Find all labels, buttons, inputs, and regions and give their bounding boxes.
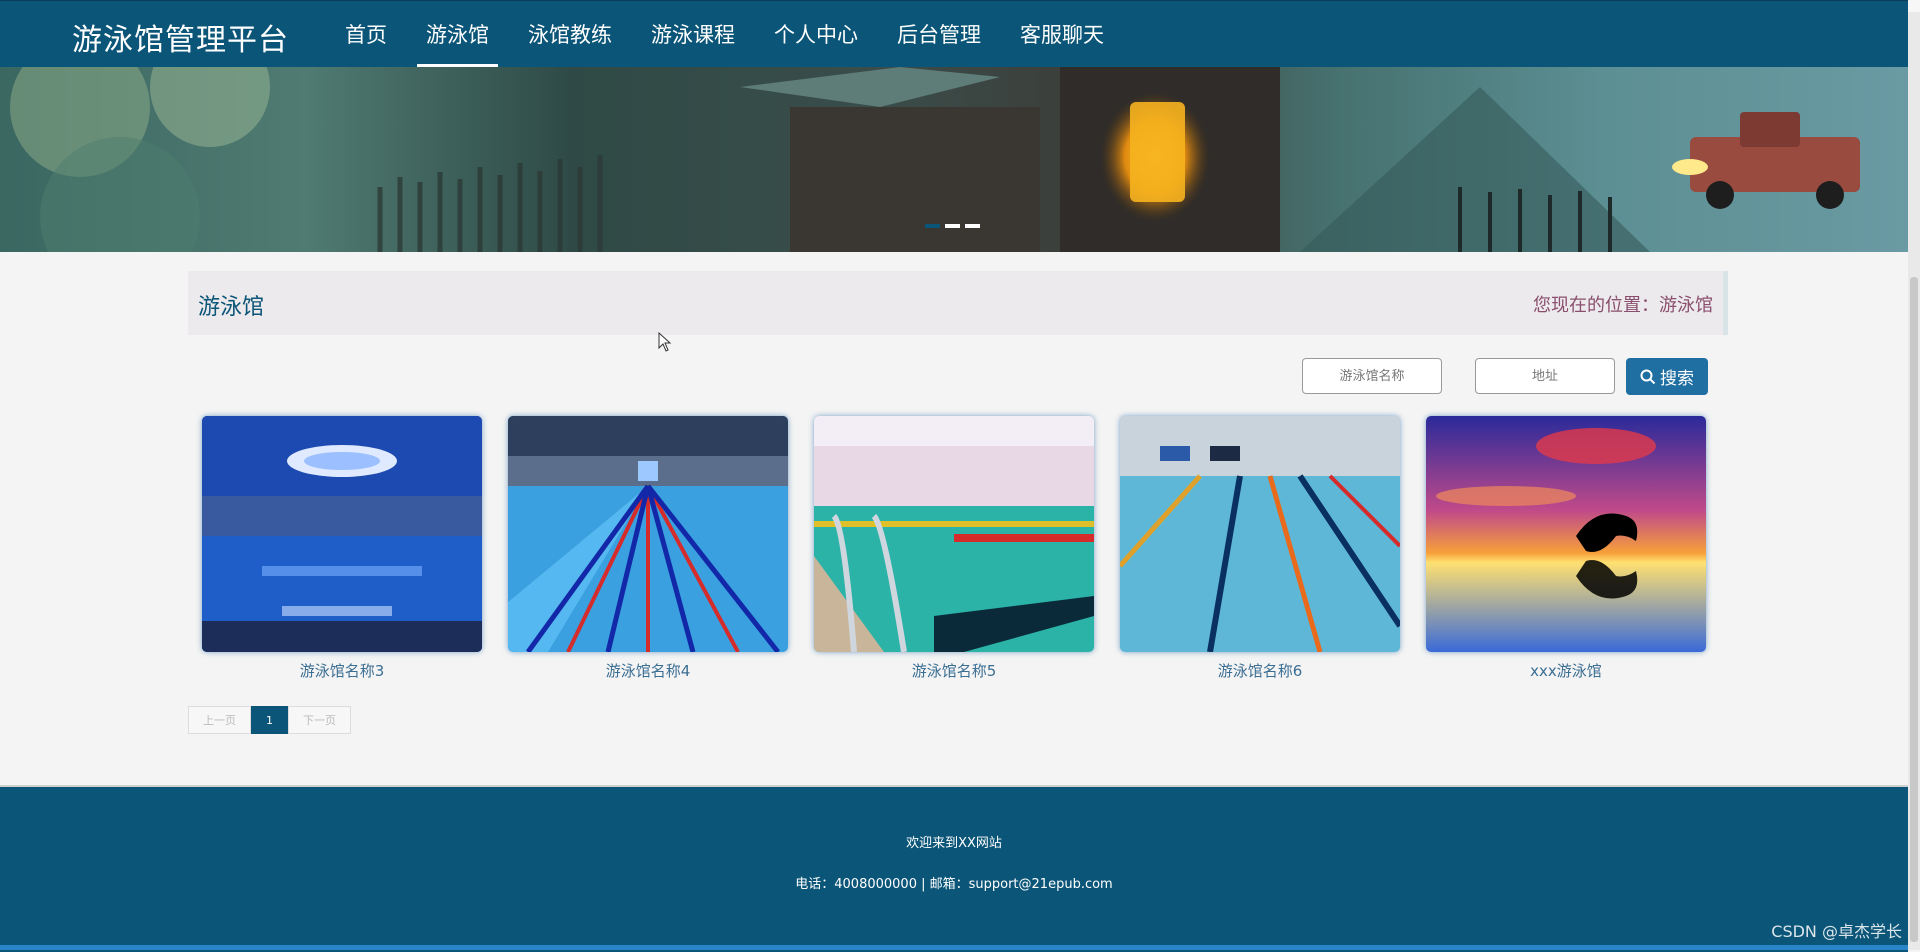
pool-name-input[interactable] xyxy=(1302,358,1442,394)
footer-welcome: 欢迎来到XX网站 xyxy=(906,836,1002,851)
pool-card[interactable]: xxx游泳馆 xyxy=(1426,416,1706,681)
pool-card-label[interactable]: 游泳馆名称5 xyxy=(814,660,1094,681)
pool-image[interactable] xyxy=(508,416,788,652)
scrollbar-up-arrow[interactable] xyxy=(1908,0,1920,12)
pool-card-label[interactable]: 游泳馆名称3 xyxy=(202,660,482,681)
pool-image[interactable] xyxy=(1120,416,1400,652)
pool-image[interactable] xyxy=(202,416,482,652)
pool-image[interactable] xyxy=(1426,416,1706,652)
watermark: CSDN @卓杰学长 xyxy=(1771,922,1902,941)
search-button-label: 搜索 xyxy=(1660,369,1694,389)
carousel-dot-2[interactable] xyxy=(945,224,960,228)
address-input[interactable] xyxy=(1475,358,1615,394)
pool-card-label[interactable]: 游泳馆名称4 xyxy=(508,660,788,681)
pool-card-label[interactable]: xxx游泳馆 xyxy=(1426,660,1706,681)
pool-card[interactable]: 游泳馆名称5 xyxy=(814,416,1094,681)
nav-profile[interactable]: 个人中心 xyxy=(765,1,867,67)
nav-admin[interactable]: 后台管理 xyxy=(888,1,990,67)
mouse-cursor-icon xyxy=(658,332,672,352)
pool-card-label[interactable]: 游泳馆名称6 xyxy=(1120,660,1400,681)
carousel-indicators xyxy=(925,224,980,228)
pool-card[interactable]: 游泳馆名称4 xyxy=(508,416,788,681)
main-nav: 首页 游泳馆 泳馆教练 游泳课程 个人中心 后台管理 客服聊天 xyxy=(336,1,1134,67)
nav-home[interactable]: 首页 xyxy=(336,1,396,67)
vertical-scrollbar[interactable] xyxy=(1908,0,1920,950)
breadcrumb: 您现在的位置：游泳馆 xyxy=(1533,295,1713,316)
pool-image[interactable] xyxy=(814,416,1094,652)
footer-contact: 电话：4008000000 | 邮箱：support@21epub.com xyxy=(795,877,1113,892)
top-navbar: 游泳馆管理平台 首页 游泳馆 泳馆教练 游泳课程 个人中心 后台管理 客服聊天 xyxy=(0,0,1908,67)
banner-carousel[interactable] xyxy=(0,67,1908,252)
pagination: 上一页 1 下一页 xyxy=(188,706,351,734)
nav-coaches[interactable]: 泳馆教练 xyxy=(519,1,621,67)
scrollbar-thumb[interactable] xyxy=(1910,277,1918,942)
pool-card[interactable]: 游泳馆名称3 xyxy=(202,416,482,681)
page-title-bar: 游泳馆 您现在的位置：游泳馆 xyxy=(188,271,1728,335)
nav-courses[interactable]: 游泳课程 xyxy=(642,1,744,67)
page-number-current[interactable]: 1 xyxy=(251,706,288,734)
site-footer: 欢迎来到XX网站 电话：4008000000 | 邮箱：support@21ep… xyxy=(0,785,1908,952)
page-title: 游泳馆 xyxy=(198,295,265,320)
carousel-dot-1[interactable] xyxy=(925,224,940,228)
search-button[interactable]: 搜索 xyxy=(1626,358,1708,395)
next-page-button[interactable]: 下一页 xyxy=(288,706,351,734)
site-brand[interactable]: 游泳馆管理平台 xyxy=(72,15,289,59)
nav-chat[interactable]: 客服聊天 xyxy=(1011,1,1113,67)
nav-pools[interactable]: 游泳馆 xyxy=(417,1,498,67)
bottom-progress-strip xyxy=(0,945,1908,950)
pool-card[interactable]: 游泳馆名称6 xyxy=(1120,416,1400,681)
prev-page-button[interactable]: 上一页 xyxy=(188,706,251,734)
search-icon xyxy=(1640,369,1656,384)
carousel-dot-3[interactable] xyxy=(965,224,980,228)
